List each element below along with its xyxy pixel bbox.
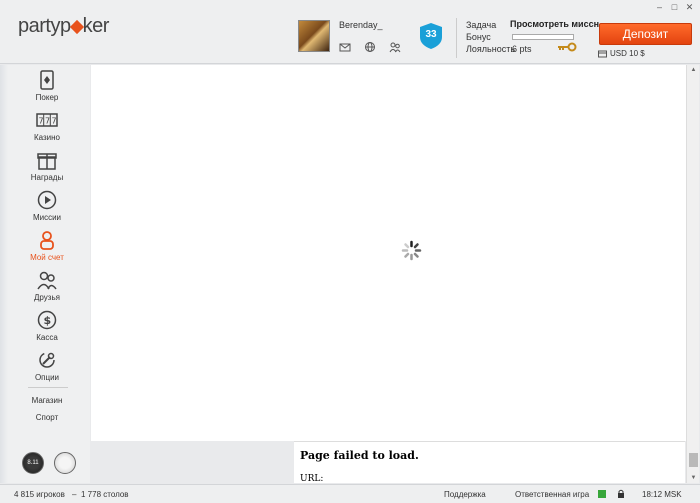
status-separator: – [72, 490, 77, 499]
poker-card-icon [40, 70, 54, 90]
bonus-progress-bar [512, 34, 574, 40]
gift-icon [37, 153, 57, 170]
header: party p ker Berenday_ 33 Задача Бонус Ло… [0, 0, 700, 64]
scroll-down-icon[interactable]: ▼ [687, 473, 700, 483]
user-icons [339, 41, 401, 53]
username: Berenday_ [339, 20, 383, 30]
diamond-icon [69, 19, 84, 34]
deposit-button[interactable]: Депозит [599, 23, 692, 45]
svg-text:7: 7 [52, 117, 57, 126]
sidebar-link-sport[interactable]: Спорт [12, 413, 82, 422]
stats-panel: Задача Бонус Лояльность [466, 19, 516, 55]
friends-small-icon[interactable] [389, 41, 401, 53]
logo-text-ker: ker [82, 15, 110, 37]
slot-777-icon: 777 [36, 113, 58, 127]
sidebar-item-rewards[interactable]: Награды [12, 149, 82, 182]
key-icon [558, 42, 577, 52]
sidebar-item-label: Миссии [32, 213, 62, 222]
minimize-icon[interactable]: – [655, 3, 664, 12]
sidebar-link-shop[interactable]: Магазин [12, 396, 82, 405]
dollar-icon: $ [37, 310, 57, 330]
avatar[interactable] [298, 20, 330, 52]
error-title: Page failed to load. [300, 449, 419, 462]
svg-text:$: $ [44, 314, 52, 327]
level-number: 33 [425, 29, 437, 40]
scroll-up-icon[interactable]: ▲ [687, 65, 700, 75]
sidebar-item-options[interactable]: Опции [12, 349, 82, 382]
logo-text-party: party [18, 15, 60, 37]
loading-spinner-icon [401, 240, 422, 261]
responsible-gaming-link[interactable]: Ответственная игра [515, 490, 589, 499]
sidebar-item-cashier[interactable]: $ Касса [12, 309, 82, 342]
view-mission-link[interactable]: Просмотреть миссн [510, 19, 599, 29]
cards-chip-icon[interactable] [54, 452, 76, 474]
players-count: 4 815 игроков [14, 490, 65, 499]
sidebar-item-label: Мой счет [30, 253, 64, 262]
play-circle-icon [37, 190, 57, 210]
loyalty-value: 6 pts [512, 44, 532, 54]
globe-icon[interactable] [364, 41, 376, 53]
wrench-icon [39, 352, 55, 368]
svg-text:7: 7 [45, 117, 50, 126]
error-url: URL: [300, 474, 324, 484]
chip-icon[interactable]: 8.11 [22, 452, 44, 474]
lock-icon [618, 489, 624, 498]
sidebar-item-label: Друзья [34, 293, 60, 302]
balance[interactable]: USD 10 $ [598, 49, 645, 58]
sidebar-item-label: Казино [33, 133, 61, 142]
bonus-label: Бонус [466, 32, 491, 42]
status-bar: 4 815 игроков – 1 778 столов Поддержка О… [0, 484, 700, 503]
sidebar-divider [28, 387, 68, 388]
tables-count: 1 778 столов [81, 490, 129, 499]
sidebar-item-casino[interactable]: 777 Казино [12, 109, 82, 142]
partypoker-logo[interactable]: party p ker [18, 15, 109, 38]
sidebar-item-missions[interactable]: Миссии [12, 189, 82, 222]
error-panel: Page failed to load. URL: [294, 441, 685, 484]
clock: 18:12 MSK [642, 490, 682, 499]
connection-status-icon [598, 490, 606, 498]
wallet-icon [598, 50, 607, 57]
content-area [91, 65, 686, 441]
svg-text:7: 7 [39, 117, 44, 126]
mail-icon[interactable] [339, 41, 351, 53]
sidebar-chips: 8.11 [22, 452, 76, 474]
scrollbar[interactable]: ▲ ▼ [686, 65, 699, 483]
maximize-icon[interactable]: □ [670, 3, 679, 12]
task-label: Задача [466, 20, 497, 30]
support-link[interactable]: Поддержка [444, 490, 486, 499]
window-controls: – □ ✕ [655, 3, 694, 12]
balance-value: USD 10 $ [610, 49, 645, 58]
sidebar-item-poker[interactable]: Покер [12, 69, 82, 102]
level-badge[interactable]: 33 [418, 22, 444, 50]
close-icon[interactable]: ✕ [685, 3, 694, 12]
user-icon [40, 231, 54, 250]
loyalty-label: Лояльность [466, 44, 516, 54]
sidebar-item-label: Касса [36, 333, 58, 342]
scroll-thumb[interactable] [689, 453, 698, 467]
sidebar-item-my-account[interactable]: Мой счет [12, 229, 82, 262]
sidebar-item-label: Награды [30, 173, 64, 182]
friends-icon [37, 271, 57, 290]
sidebar-item-label: Опции [34, 373, 60, 382]
sidebar-item-friends[interactable]: Друзья [12, 269, 82, 302]
header-divider [456, 18, 457, 58]
sidebar-item-label: Покер [35, 93, 59, 102]
